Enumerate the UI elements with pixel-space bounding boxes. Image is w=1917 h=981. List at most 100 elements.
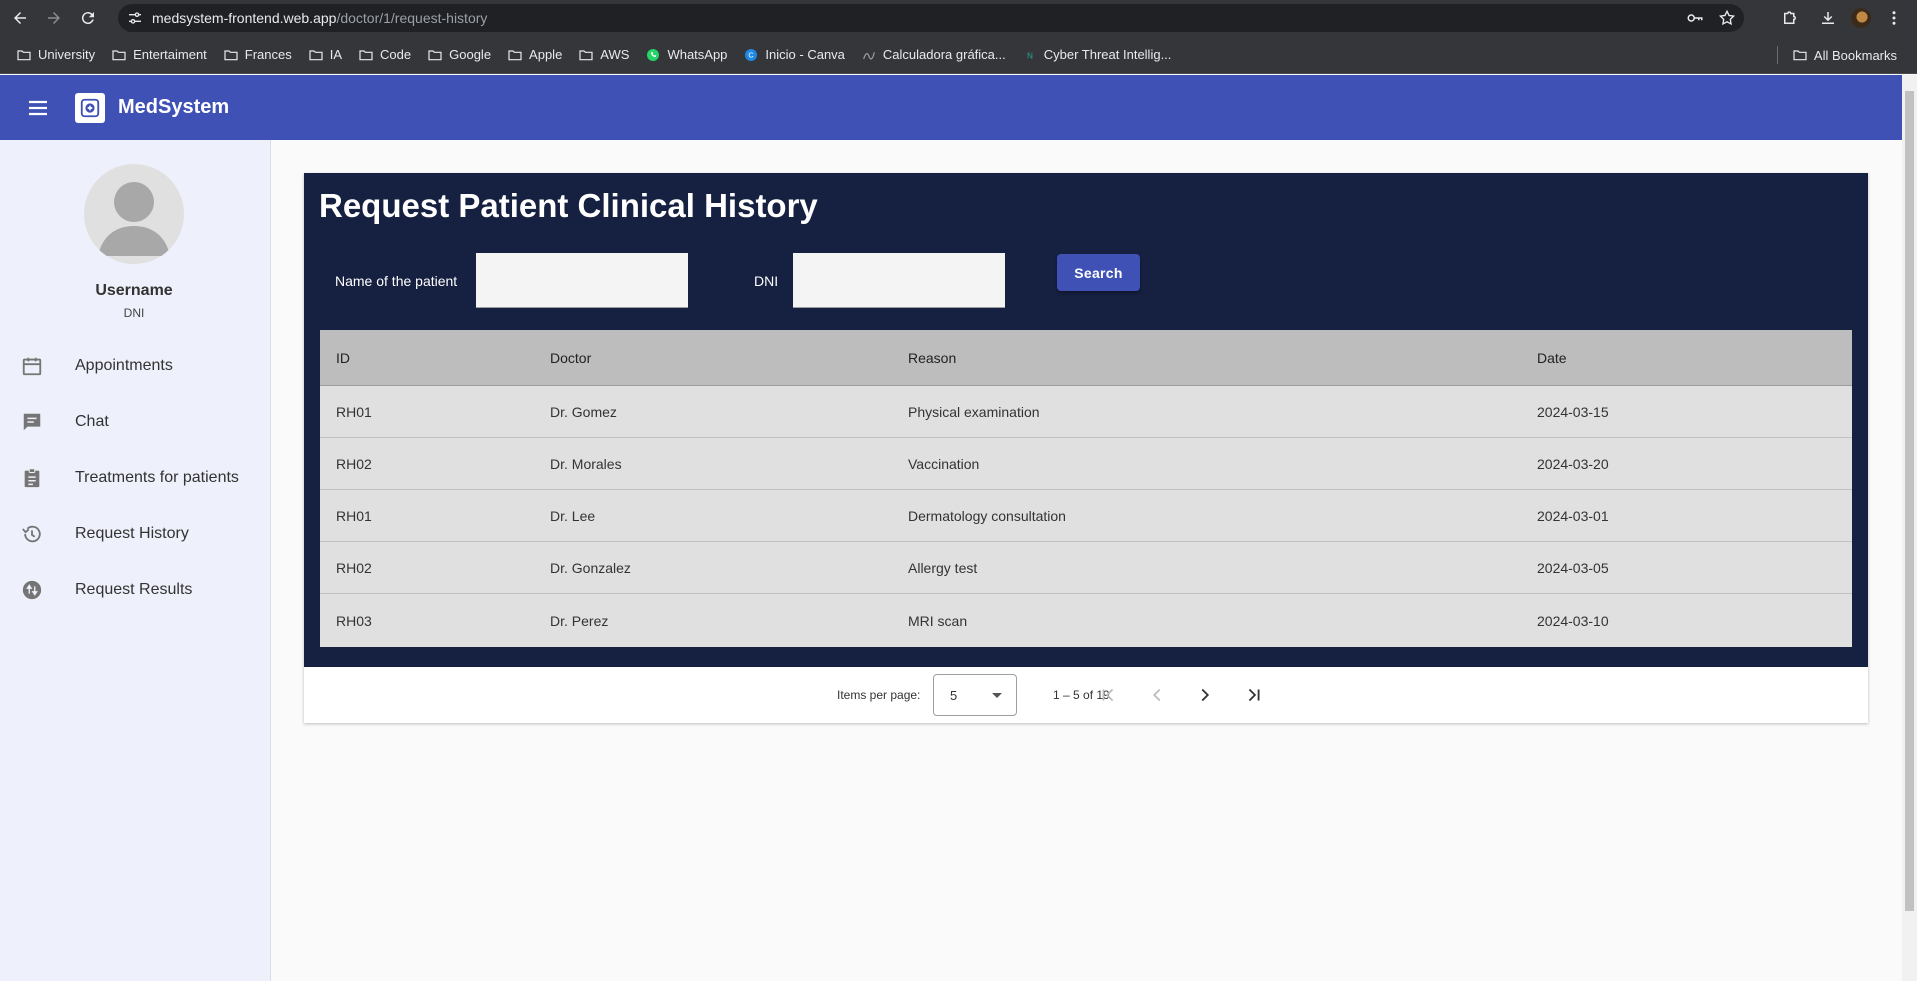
request-history-card: Request Patient Clinical History Name of… [304,173,1868,723]
cell-id: RH02 [336,455,372,472]
app-logo [75,92,105,123]
bookmark-google[interactable]: Google [419,42,499,68]
all-bookmarks-button[interactable]: All Bookmarks [1784,42,1905,68]
last-page-icon [1248,688,1260,702]
sidebar-item-label: Chat [75,413,109,430]
cell-date: 2024-03-05 [1537,559,1609,576]
table-row[interactable]: RH01 Dr. Gomez Physical examination 2024… [320,386,1852,438]
cell-doctor: Dr. Morales [550,455,622,472]
sidebar-item-request-results[interactable]: Request Results [0,562,270,618]
bookmark-ia[interactable]: IA [300,42,350,68]
profile-avatar-icon[interactable] [1851,8,1871,28]
username-label: Username [95,282,173,299]
bookmark-desmos[interactable]: Calculadora gráfica... [853,42,1014,68]
results-icon [20,578,44,602]
sidebar-item-treatments[interactable]: Treatments for patients [0,450,270,506]
dni-input[interactable] [793,253,1005,308]
menu-button[interactable] [18,88,58,128]
chevron-left-icon [1152,688,1161,702]
column-header-doctor[interactable]: Doctor [550,350,591,366]
next-page-button[interactable] [1189,679,1221,711]
whatsapp-icon [647,48,660,61]
puzzle-icon [1784,11,1796,24]
browser-toolbar: medsystem-frontend.web.app/doctor/1/requ… [0,0,1917,36]
site-icon: N [1027,51,1033,60]
cell-reason: Allergy test [908,559,978,576]
cell-doctor: Dr. Perez [550,612,609,629]
bookmark-university[interactable]: University [8,42,103,68]
desmos-icon [862,51,875,60]
downloads-button[interactable] [1813,0,1843,36]
chrome-menu-button[interactable] [1879,0,1909,36]
cell-date: 2024-03-15 [1537,403,1609,420]
bookmark-code[interactable]: Code [350,42,419,68]
reload-button[interactable] [71,0,105,36]
medical-cross-icon [80,98,100,117]
dni-field-label: DNI [754,273,779,289]
dropdown-arrow-icon [992,693,1002,698]
forward-button[interactable] [37,0,71,36]
sidebar-item-request-history[interactable]: Request History [0,506,270,562]
bookmark-canva[interactable]: C Inicio - Canva [735,42,852,68]
sidebar-nav: Appointments Chat Treatments for patient… [0,338,270,618]
key-icon[interactable] [1686,9,1704,27]
last-page-button[interactable] [1238,679,1270,711]
cell-reason: Vaccination [908,455,980,472]
calendar-icon [20,354,44,378]
reload-icon [81,12,94,25]
sidebar-item-label: Request History [75,525,189,542]
column-header-id[interactable]: ID [336,350,350,366]
items-per-page-select[interactable]: 5 [933,674,1017,716]
kebab-menu-icon [1892,11,1896,25]
column-header-reason[interactable]: Reason [908,350,956,366]
bookmark-whatsapp[interactable]: WhatsApp [637,42,735,68]
scrollbar-thumb[interactable] [1905,91,1914,911]
cell-date: 2024-03-01 [1537,507,1609,524]
column-header-date[interactable]: Date [1537,350,1567,366]
folder-icon [359,49,373,60]
first-page-button[interactable] [1092,679,1124,711]
back-button[interactable] [3,0,37,36]
star-icon[interactable] [1718,9,1736,27]
site-settings-icon[interactable] [118,10,152,26]
bookmark-aws[interactable]: AWS [570,42,637,68]
person-icon [98,182,170,256]
table-header: ID Doctor Reason Date [320,330,1852,386]
app-title: MedSystem [118,96,230,118]
bookmark-entertaiment[interactable]: Entertaiment [103,42,215,68]
address-bar[interactable]: medsystem-frontend.web.app/doctor/1/requ… [118,4,1744,32]
table-row[interactable]: RH02 Dr. Morales Vaccination 2024-03-20 [320,438,1852,490]
bookmark-cyber-threat[interactable]: N Cyber Threat Intellig... [1014,42,1180,68]
folder-icon [17,49,31,60]
previous-page-button[interactable] [1141,679,1173,711]
sidebar-item-label: Treatments for patients [75,469,239,486]
bookmark-apple[interactable]: Apple [499,42,570,68]
sidebar-item-chat[interactable]: Chat [0,394,270,450]
arrow-left-icon [14,12,26,24]
bookmarks-bar: University Entertaiment Frances IA Code … [0,36,1917,74]
table-row[interactable]: RH01 Dr. Lee Dermatology consultation 20… [320,490,1852,542]
sidebar-item-label: Appointments [75,357,173,374]
chevron-right-icon [1201,688,1210,702]
patient-name-input[interactable] [476,253,688,308]
folder-icon [579,49,593,60]
page-scrollbar[interactable] [1902,75,1917,981]
hamburger-icon [29,100,47,115]
cell-id: RH01 [336,507,372,524]
paginator: Items per page: 5 1 – 5 of 19 [304,667,1868,723]
table-row[interactable]: RH03 Dr. Perez MRI scan 2024-03-10 [320,594,1852,647]
search-button[interactable]: Search [1057,254,1140,291]
bookmark-frances[interactable]: Frances [215,42,300,68]
items-per-page-label: Items per page: [837,688,921,702]
table-row[interactable]: RH02 Dr. Gonzalez Allergy test 2024-03-0… [320,542,1852,594]
cell-id: RH03 [336,612,372,629]
cell-doctor: Dr. Gonzalez [550,559,631,576]
extensions-button[interactable] [1775,0,1805,36]
user-avatar [84,164,184,264]
card-content: Request Patient Clinical History Name of… [304,173,1868,667]
url-text: medsystem-frontend.web.app/doctor/1/requ… [152,10,488,26]
sidebar: Username DNI Appointments Chat Treatment… [0,140,271,981]
sidebar-item-appointments[interactable]: Appointments [0,338,270,394]
folder-icon [1793,50,1807,61]
canva-icon: C [745,48,758,61]
